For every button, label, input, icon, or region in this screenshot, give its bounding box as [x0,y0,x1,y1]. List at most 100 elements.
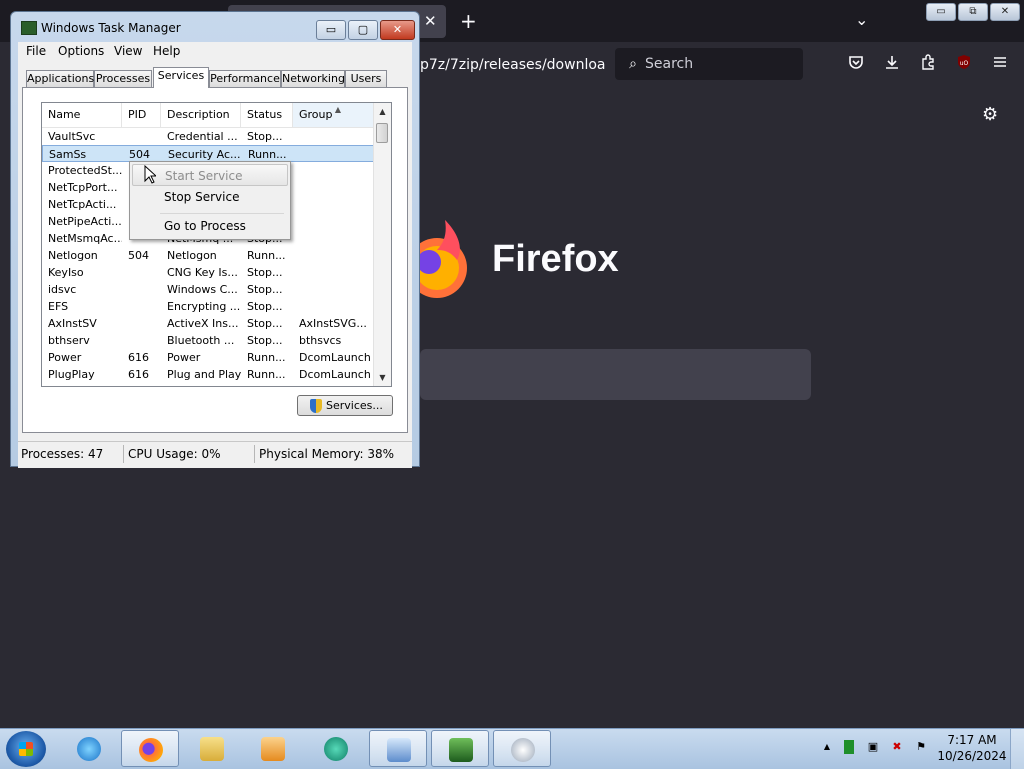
green-status-icon[interactable] [844,740,854,754]
cell-group: DcomLaunch [299,368,371,381]
table-row[interactable]: bthserv Bluetooth ... Stop... bthsvcs [42,332,374,349]
maximize-button[interactable]: ▢ [348,20,378,40]
app-circle-icon [324,737,348,761]
cell-status: Stop... [247,300,283,313]
cell-name: bthserv [48,334,90,347]
show-desktop-button[interactable] [1010,729,1024,769]
cell-status: Stop... [247,130,283,143]
menu-icon[interactable] [990,54,1010,74]
search-box[interactable]: ⌕ Search [615,48,803,80]
restore-button[interactable]: ⧉ [958,3,988,21]
taskbar-media-player[interactable] [244,730,302,767]
taskbar-file-explorer[interactable] [183,730,241,767]
cell-name: idsvc [48,283,77,296]
svg-text:uO: uO [960,60,969,67]
minimize-button[interactable]: ▭ [316,20,346,40]
cell-name: AxInstSV [48,317,97,330]
tab-services[interactable]: Services [153,67,209,88]
taskbar-task-manager[interactable] [431,730,489,767]
scroll-thumb[interactable] [376,123,388,143]
table-row[interactable]: Netlogon 504 Netlogon Runn... [42,247,374,264]
table-row[interactable]: SamSs 504 Security Ac... Runn... [42,145,374,162]
table-row[interactable]: Power 616 Power Runn... DcomLaunch [42,349,374,366]
cell-name: EFS [48,300,69,313]
taskbar-firefox[interactable] [121,730,179,767]
list-header: Name PID Description Status Group ▲ [42,103,374,128]
scroll-down-arrow-icon[interactable]: ▼ [374,369,391,386]
tab-applications[interactable]: Applications [26,70,94,87]
tab-networking[interactable]: Networking [281,70,345,87]
table-row[interactable]: KeyIso CNG Key Is... Stop... [42,264,374,281]
taskbar-control-panel[interactable] [369,730,427,767]
uac-shield-icon [310,399,322,413]
table-row[interactable]: EFS Encrypting ... Stop... [42,298,374,315]
cell-description: Encrypting ... [167,300,241,313]
folder-icon [200,737,224,761]
tab-processes[interactable]: Processes [94,70,152,87]
start-button[interactable] [6,731,46,767]
cell-name: NetMsmqAc... [48,232,122,245]
status-processes: Processes: 47 [18,445,124,463]
minimize-button[interactable]: ▭ [926,3,956,21]
table-row[interactable]: AxInstSV ActiveX Ins... Stop... AxInstSVG..… [42,315,374,332]
firefox-icon [139,738,163,762]
address-bar[interactable]: p7z/7zip/releases/download/2... [420,50,606,80]
menu-options[interactable]: Options [58,44,104,58]
menu-stop-service[interactable]: Stop Service [132,186,288,208]
scroll-up-arrow-icon[interactable]: ▲ [374,103,391,120]
list-tabs-icon[interactable]: ⌄ [855,10,868,29]
taskbar-app-circle[interactable] [307,730,365,767]
table-row[interactable]: VaultSvc Credential ... Stop... [42,128,374,145]
action-center-flag-icon[interactable]: ⚑ [914,740,928,754]
close-button[interactable]: ✕ [990,3,1020,21]
tab-performance[interactable]: Performance [209,70,281,87]
cell-description: Credential ... [167,130,238,143]
column-status[interactable]: Status [241,103,293,127]
tab-users[interactable]: Users [345,70,387,87]
firefox-logo [407,218,479,300]
search-placeholder: Search [645,56,694,72]
cell-name: ProtectedSt... [48,164,122,177]
column-group[interactable]: Group ▲ [293,103,374,127]
tab-close-icon[interactable]: ✕ [424,12,437,30]
cell-name: PlugPlay [48,368,95,381]
cell-name: SamSs [49,148,87,161]
column-description[interactable]: Description [161,103,241,127]
gear-icon[interactable]: ⚙ [982,104,998,125]
table-row[interactable]: idsvc Windows C... Stop... [42,281,374,298]
download-icon[interactable] [882,54,902,74]
services-button[interactable]: Services... [297,395,393,416]
clock[interactable]: 7:17 AM 10/26/2024 [936,732,1008,764]
pocket-icon[interactable] [846,54,866,74]
window-title: Windows Task Manager [41,21,181,35]
cell-name: NetPipeActi... [48,215,122,228]
cell-name: NetTcpPort... [48,181,118,194]
vertical-scrollbar[interactable]: ▲ ▼ [373,103,391,386]
menu-file[interactable]: File [26,44,46,58]
cell-pid: 504 [128,249,149,262]
task-manager-titlebar[interactable]: Windows Task Manager ▭ ▢ ✕ [11,12,419,42]
column-pid[interactable]: PID [122,103,161,127]
taskbar-internet-explorer[interactable] [60,730,118,767]
menu-go-to-process[interactable]: Go to Process [132,215,288,237]
show-hidden-icons-icon[interactable]: ▲ [820,740,834,754]
ublock-icon[interactable]: uO [954,54,974,74]
menu-help[interactable]: Help [153,44,180,58]
services-panel: Name PID Description Status Group ▲ Vaul… [22,87,408,433]
extensions-icon[interactable] [918,54,938,74]
menu-view[interactable]: View [114,44,142,58]
menu-bar: File Options View Help [18,42,412,60]
media-player-icon [261,737,285,761]
cell-description: Windows C... [167,283,238,296]
table-row[interactable]: PlugPlay 616 Plug and Play Runn... DcomLaunc… [42,366,374,383]
newtab-search-box[interactable] [420,349,811,400]
close-button[interactable]: ✕ [380,20,415,40]
taskbar-speedometer[interactable] [493,730,551,767]
cell-status: Runn... [247,249,286,262]
cell-description: CNG Key Is... [167,266,238,279]
column-name[interactable]: Name [42,103,122,127]
volume-muted-icon[interactable]: ✖ [890,740,904,754]
new-tab-icon[interactable]: + [460,9,477,33]
network-icon[interactable]: ▣ [866,740,880,754]
services-list[interactable]: Name PID Description Status Group ▲ Vaul… [41,102,392,387]
